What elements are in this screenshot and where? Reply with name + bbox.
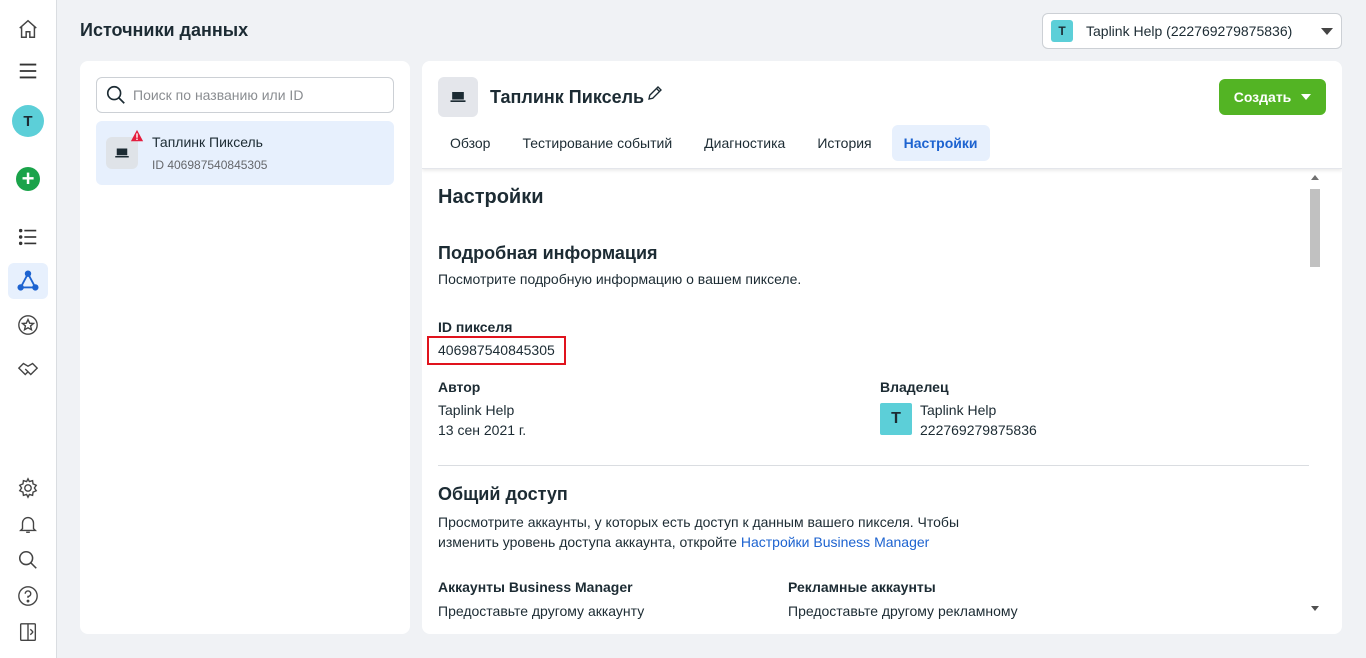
tab-overview[interactable]: Обзор (438, 125, 502, 161)
chevron-down-icon (1301, 94, 1312, 100)
account-avatar: T (1051, 20, 1073, 42)
left-nav-rail: T + (0, 0, 57, 658)
author-name: Taplink Help (438, 402, 515, 418)
chevron-down-icon (1321, 27, 1333, 35)
create-button-label: Создать (1233, 89, 1292, 105)
tab-diagnostics[interactable]: Диагностика (692, 125, 797, 161)
pixel-title: Таплинк Пиксель (490, 87, 645, 107)
list-icon[interactable] (8, 219, 48, 255)
warning-icon (130, 129, 144, 142)
business-manager-settings-link[interactable]: Настройки Business Manager (741, 534, 930, 550)
pencil-icon[interactable] (646, 84, 664, 102)
access-description-text: изменить уровень доступа аккаунта, откро… (438, 534, 741, 550)
bm-accounts-label: Аккаунты Business Manager (438, 579, 633, 595)
bell-icon[interactable] (8, 506, 48, 542)
access-description-line1: Просмотрите аккаунты, у которых есть дос… (438, 514, 960, 530)
ad-accounts-label: Рекламные аккаунты (788, 579, 936, 595)
tab-bar: Обзор Тестирование событий Диагностика И… (438, 125, 998, 161)
create-button[interactable]: Создать (1219, 79, 1326, 115)
ad-accounts-text: Предоставьте другому рекламному (788, 603, 1018, 619)
tab-history[interactable]: История (805, 125, 883, 161)
handshake-icon[interactable] (8, 351, 48, 387)
source-id: ID 406987540845305 (152, 158, 268, 172)
scrollbar-thumb[interactable] (1310, 189, 1320, 267)
tab-test-events[interactable]: Тестирование событий (510, 125, 684, 161)
settings-heading: Настройки (438, 186, 544, 208)
panel-icon[interactable] (8, 614, 48, 650)
search-input[interactable] (133, 87, 373, 103)
laptop-icon (438, 77, 478, 117)
details-heading: Подробная информация (438, 243, 658, 263)
source-name: Таплинк Пиксель (152, 134, 263, 150)
menu-icon[interactable] (8, 53, 48, 89)
pixel-header: Таплинк Пиксель Создать Обзор Тестирован… (422, 61, 1342, 169)
scroll-down-icon[interactable] (1311, 606, 1319, 611)
owner-avatar: T (880, 403, 912, 435)
tab-settings[interactable]: Настройки (891, 125, 990, 161)
divider (438, 465, 1309, 466)
owner-label: Владелец (880, 379, 949, 395)
access-description-line2: изменить уровень доступа аккаунта, откро… (438, 532, 998, 552)
owner-name: Taplink Help (920, 402, 997, 418)
search-icon[interactable] (8, 542, 48, 578)
author-date: 13 сен 2021 г. (438, 422, 527, 438)
account-label: Taplink Help (222769279875836) (1086, 23, 1293, 39)
search-icon (106, 85, 125, 104)
events-manager-icon[interactable] (8, 263, 48, 299)
bm-accounts-text: Предоставьте другому аккаунту (438, 603, 645, 619)
owner-id: 222769279875836 (920, 422, 1037, 438)
page-title: Источники данных (80, 20, 249, 40)
star-icon[interactable] (8, 307, 48, 343)
add-icon[interactable]: + (8, 161, 48, 197)
access-description: Просмотрите аккаунты, у которых есть дос… (438, 512, 998, 552)
details-description: Посмотрите подробную информацию о вашем … (438, 271, 802, 287)
access-heading: Общий доступ (438, 484, 568, 504)
settings-icon[interactable] (8, 470, 48, 506)
pixel-id-value: 406987540845305 (438, 342, 555, 358)
help-icon[interactable] (8, 578, 48, 614)
scroll-up-icon[interactable] (1311, 175, 1319, 180)
data-sources-panel: Таплинк Пиксель ID 406987540845305 (80, 61, 410, 634)
list-item[interactable]: Таплинк Пиксель ID 406987540845305 (96, 121, 394, 185)
home-icon[interactable] (8, 11, 48, 47)
author-label: Автор (438, 379, 481, 395)
settings-content: Настройки Подробная информация Посмотрит… (422, 169, 1342, 634)
pixel-details-panel: Таплинк Пиксель Создать Обзор Тестирован… (422, 61, 1342, 634)
search-box[interactable] (96, 77, 394, 113)
account-selector[interactable]: T Taplink Help (222769279875836) (1042, 13, 1342, 49)
pixel-id-label: ID пикселя (438, 319, 513, 335)
scrollbar[interactable] (1308, 173, 1322, 618)
avatar[interactable]: T (8, 103, 48, 139)
avatar-letter: T (12, 105, 44, 137)
